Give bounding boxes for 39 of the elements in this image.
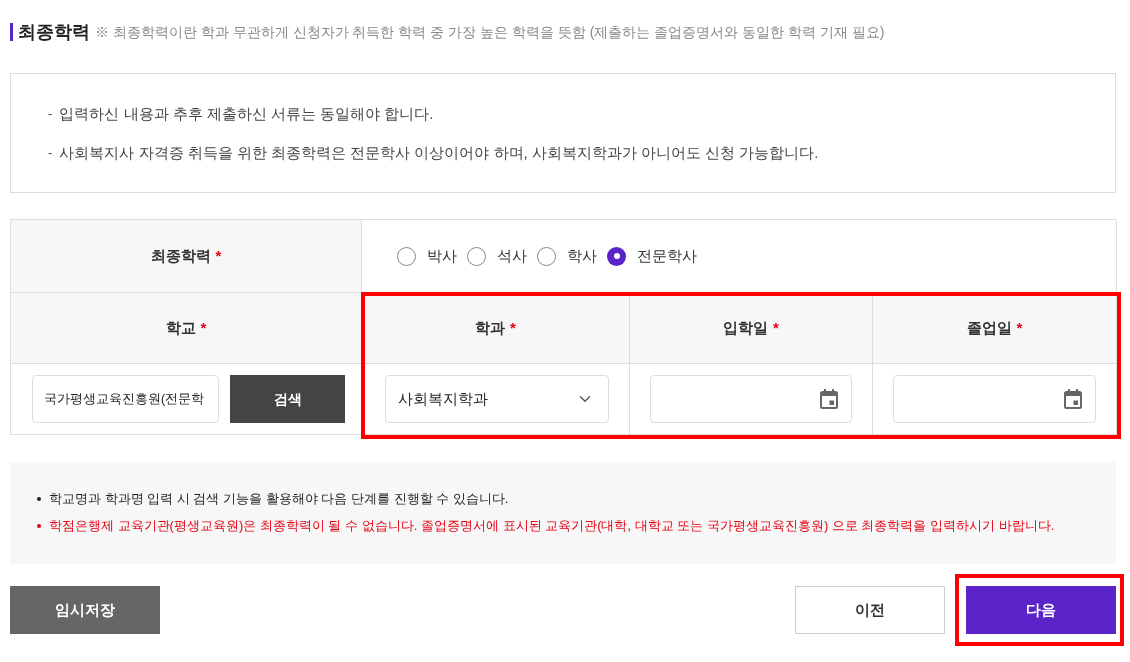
- prev-button[interactable]: 이전: [795, 586, 945, 634]
- bullet-icon: [37, 497, 41, 501]
- radio-button[interactable]: [467, 246, 486, 266]
- radio-label[interactable]: 석사: [497, 244, 527, 268]
- field-label: 학과: [475, 317, 506, 338]
- bullet-icon: [37, 524, 41, 528]
- required-mark: *: [1016, 317, 1023, 338]
- search-button[interactable]: 검색: [230, 375, 345, 423]
- date-input[interactable]: [650, 375, 852, 423]
- warning-text: 학점은행제 교육기관(평생교육원)은 최종학력이 될 수 없습니다. 졸업증명서에 표시된 교육기관(대학, 대학교 또는 국가평생교육진흥원) 으로 최종학력을 입력하시기 바랍니다.: [49, 517, 1055, 536]
- notice-text: 입력하신 내용과 추후 제출하신 서류는 동일해야 합니다.: [59, 104, 434, 124]
- save-button[interactable]: 임시저장: [10, 586, 160, 634]
- dash-marker: -: [48, 105, 53, 123]
- radio-button[interactable]: [397, 246, 416, 266]
- guide-text: 학교명과 학과명 입력 시 검색 기능을 활용해야 다음 단계를 진행할 수 있습니다.: [49, 490, 509, 509]
- required-mark: *: [215, 245, 222, 266]
- radio-button[interactable]: [607, 246, 626, 266]
- calendar-icon[interactable]: [1064, 389, 1082, 409]
- field-label: 최종학력: [150, 245, 211, 266]
- date-input[interactable]: [893, 375, 1096, 423]
- required-mark: *: [773, 317, 779, 338]
- dash-marker: -: [48, 144, 53, 162]
- required-mark: *: [510, 317, 516, 338]
- field-label: 입학일: [723, 317, 769, 338]
- calendar-icon[interactable]: [820, 389, 838, 409]
- radio-label[interactable]: 박사: [427, 244, 457, 268]
- notice-text: 사회복지사 자격증 취득을 위한 최종학력은 전문학사 이상이어야 하며, 사회복지학과가 아니어도 신청 가능합니다.: [59, 143, 819, 163]
- field-label: 졸업일: [966, 317, 1012, 338]
- radio-label[interactable]: 전문학사: [637, 244, 697, 268]
- next-button[interactable]: 다음: [966, 586, 1116, 634]
- section-title: 최종학력: [18, 20, 90, 44]
- radio-button[interactable]: [537, 246, 556, 266]
- section-note: ※ 최종학력이란 학과 무관하게 신청자가 취득한 학력 중 가장 높은 학력을 뜻함 (제출하는 졸업증명서와 동일한 학력 기재 필요): [95, 22, 885, 42]
- field-label: 학교: [165, 317, 196, 338]
- radio-label[interactable]: 학사: [567, 244, 597, 268]
- title-accent-bar: [10, 23, 13, 41]
- school-input[interactable]: 국가평생교육진흥원(전문학: [32, 375, 219, 423]
- department-select[interactable]: 사회복지학과: [385, 375, 609, 423]
- required-mark: *: [200, 317, 207, 338]
